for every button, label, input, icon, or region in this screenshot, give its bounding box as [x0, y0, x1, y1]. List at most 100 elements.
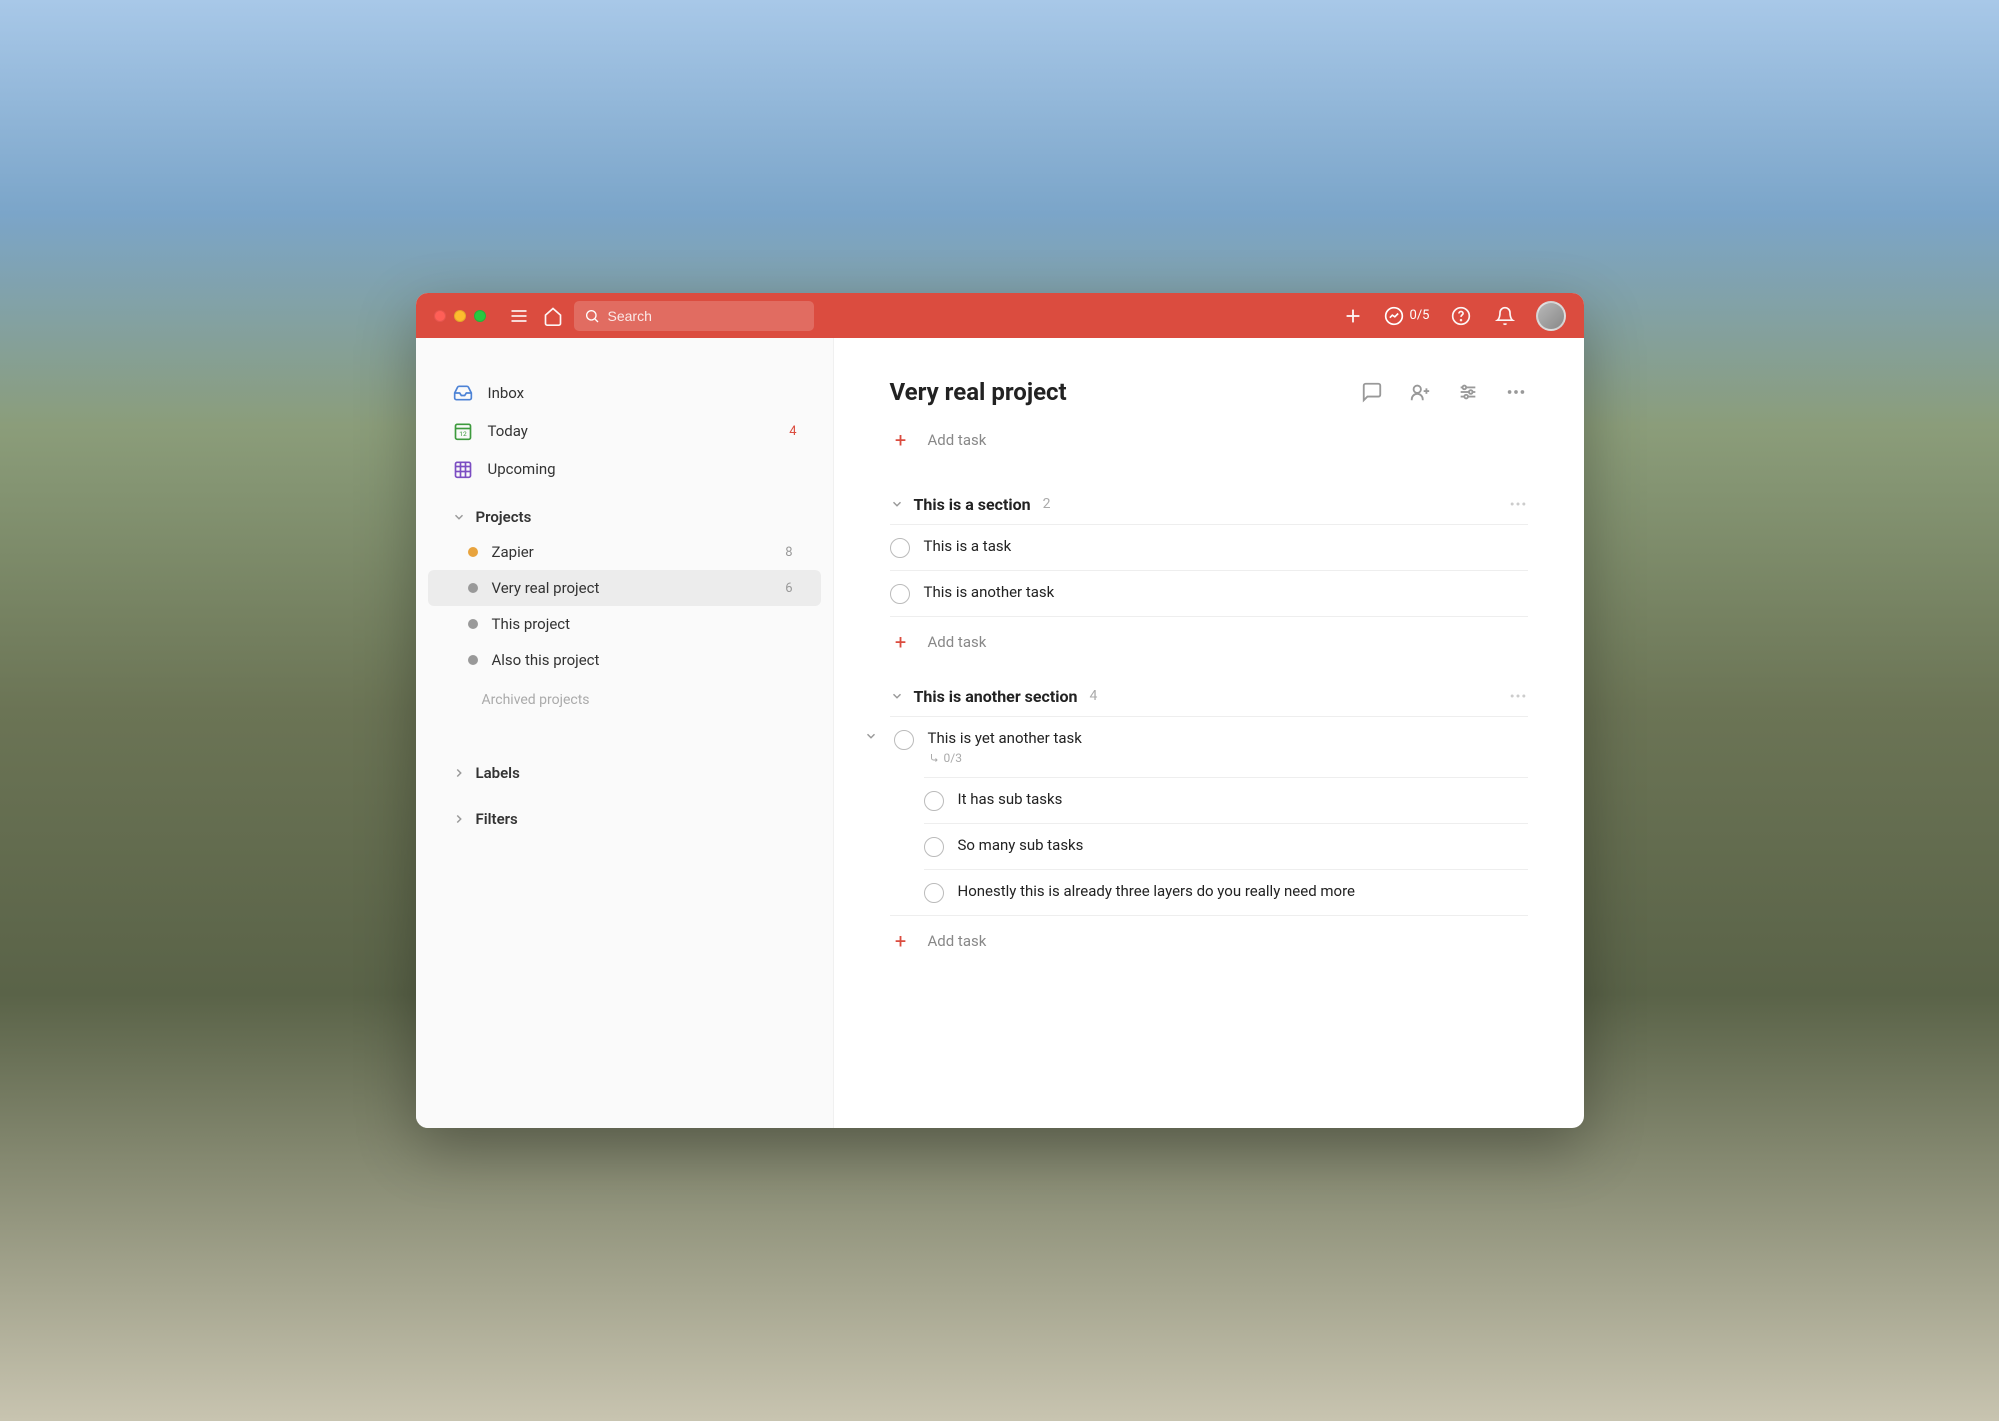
upcoming-icon [452, 458, 474, 480]
task-title: This is yet another task [928, 729, 1082, 747]
archived-projects-link[interactable]: Archived projects [424, 678, 825, 716]
task-section-title: This is a section [914, 495, 1031, 514]
chevron-down-icon [890, 689, 904, 703]
chevron-right-icon [452, 812, 466, 826]
sidebar-item-today[interactable]: 12 Today 4 [424, 412, 825, 450]
project-name: Also this project [492, 651, 600, 669]
project-count: 6 [785, 581, 792, 596]
chevron-down-icon [452, 510, 466, 524]
svg-text:12: 12 [459, 430, 467, 438]
minimize-window-button[interactable] [454, 310, 466, 322]
add-task-label: Add task [928, 633, 987, 651]
menu-icon[interactable] [506, 303, 532, 329]
project-color-dot [468, 619, 478, 629]
sidebar-project-item[interactable]: Very real project 6 [428, 570, 821, 606]
window-controls [434, 310, 486, 322]
project-actions [1360, 380, 1528, 404]
task-section: This is a section 2 This is a task This … [890, 494, 1528, 654]
add-task-label: Add task [928, 431, 987, 449]
archived-projects-label: Archived projects [482, 692, 590, 708]
home-icon[interactable] [540, 303, 566, 329]
task-section-count: 4 [1090, 688, 1098, 704]
sidebar-section-labels[interactable]: Labels [424, 744, 825, 790]
task-section-header[interactable]: This is another section 4 [890, 686, 1528, 716]
avatar[interactable] [1536, 301, 1566, 331]
task-section-header[interactable]: This is a section 2 [890, 494, 1528, 524]
projects-list: Zapier 8 Very real project 6 This projec… [424, 534, 825, 678]
add-task-button[interactable]: + Add task [890, 418, 1528, 462]
subtask-list: It has sub tasks So many sub tasks Hones… [924, 777, 1528, 915]
inbox-icon [452, 382, 474, 404]
search-box[interactable] [574, 301, 814, 331]
productivity-icon [1384, 306, 1404, 326]
topbar: 0/5 [416, 293, 1584, 338]
chevron-down-icon[interactable] [864, 729, 880, 743]
project-name: Very real project [492, 579, 600, 597]
section-more-icon[interactable] [1508, 494, 1528, 514]
task-checkbox[interactable] [924, 883, 944, 903]
task-checkbox[interactable] [890, 538, 910, 558]
task-row[interactable]: This is yet another task 0/3 [890, 716, 1528, 777]
sidebar-item-upcoming[interactable]: Upcoming [424, 450, 825, 488]
task-checkbox[interactable] [924, 837, 944, 857]
section-more-icon[interactable] [1508, 686, 1528, 706]
topbar-right: 0/5 [1340, 301, 1566, 331]
task-section-count: 2 [1043, 496, 1051, 512]
subtask-icon [928, 752, 940, 764]
app-window: 0/5 Inbox 12 [416, 293, 1584, 1128]
task-title: Honestly this is already three layers do… [958, 882, 1356, 900]
task-row[interactable]: So many sub tasks [924, 823, 1528, 869]
add-task-button[interactable]: + Add task [890, 617, 1528, 654]
project-header: Very real project [890, 378, 1528, 406]
project-color-dot [468, 655, 478, 665]
add-task-label: Add task [928, 932, 987, 950]
body: Inbox 12 Today 4 Upcoming Pr [416, 338, 1584, 1128]
project-color-dot [468, 547, 478, 557]
plus-icon: + [890, 428, 912, 452]
notifications-icon[interactable] [1492, 303, 1518, 329]
plus-icon: + [890, 630, 912, 654]
chevron-right-icon [452, 766, 466, 780]
quick-add-icon[interactable] [1340, 303, 1366, 329]
task-row[interactable]: This is a task [890, 524, 1528, 570]
task-row[interactable]: It has sub tasks [924, 777, 1528, 823]
task-checkbox[interactable] [894, 730, 914, 750]
page-title: Very real project [890, 378, 1067, 406]
task-checkbox[interactable] [890, 584, 910, 604]
sidebar-item-label: Upcoming [488, 460, 556, 478]
productivity-button[interactable]: 0/5 [1384, 306, 1430, 326]
task-row[interactable]: This is another task [890, 570, 1528, 616]
task-list: This is a task This is another task [890, 524, 1528, 617]
sidebar-project-item[interactable]: This project [428, 606, 821, 642]
task-checkbox[interactable] [924, 791, 944, 811]
task-title: This is a task [924, 537, 1012, 555]
productivity-count: 0/5 [1410, 308, 1430, 323]
view-options-icon[interactable] [1456, 380, 1480, 404]
sidebar-section-label: Projects [476, 508, 532, 526]
task-row[interactable]: Honestly this is already three layers do… [924, 869, 1528, 915]
close-window-button[interactable] [434, 310, 446, 322]
sidebar-section-projects[interactable]: Projects [424, 488, 825, 534]
sidebar-item-label: Today [488, 422, 528, 440]
sidebar-section-label: Filters [476, 810, 518, 828]
project-count: 8 [785, 545, 792, 560]
sidebar-item-count: 4 [789, 424, 796, 439]
task-list: This is yet another task 0/3 It has sub … [890, 716, 1528, 916]
task-section: This is another section 4 This is yet an… [890, 686, 1528, 953]
comments-icon[interactable] [1360, 380, 1384, 404]
sidebar-item-inbox[interactable]: Inbox [424, 374, 825, 412]
task-title: So many sub tasks [958, 836, 1084, 854]
task-title: This is another task [924, 583, 1055, 601]
search-icon [584, 308, 600, 324]
sidebar-project-item[interactable]: Also this project [428, 642, 821, 678]
sidebar-section-filters[interactable]: Filters [424, 790, 825, 836]
more-icon[interactable] [1504, 380, 1528, 404]
sidebar-section-label: Labels [476, 764, 520, 782]
main-panel: Very real project + [834, 338, 1584, 1128]
help-icon[interactable] [1448, 303, 1474, 329]
add-task-button[interactable]: + Add task [890, 916, 1528, 953]
sidebar-project-item[interactable]: Zapier 8 [428, 534, 821, 570]
search-input[interactable] [608, 308, 804, 324]
maximize-window-button[interactable] [474, 310, 486, 322]
share-icon[interactable] [1408, 380, 1432, 404]
